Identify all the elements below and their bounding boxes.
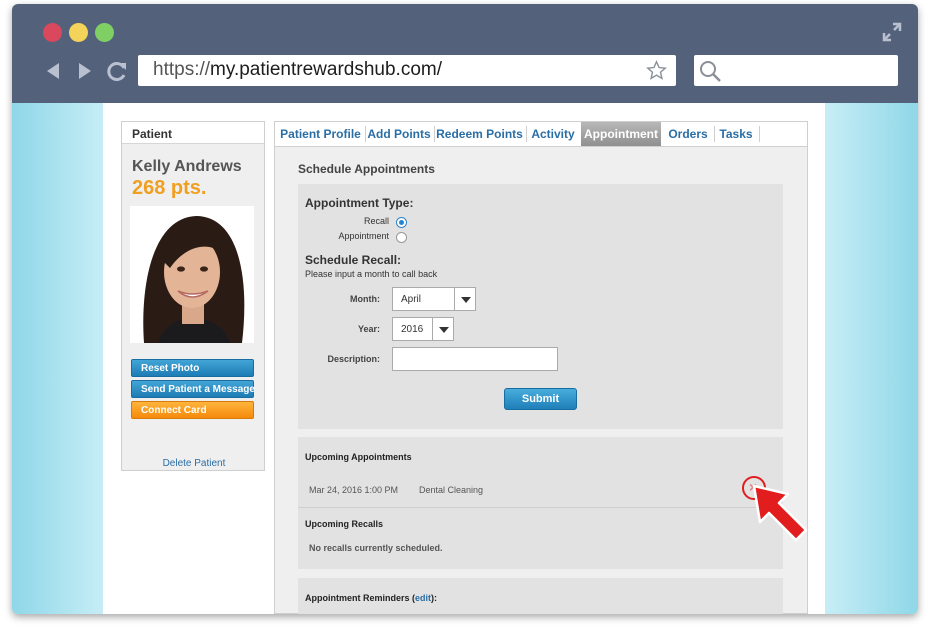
month-value: April [401, 294, 422, 305]
reload-icon[interactable] [106, 60, 128, 82]
submit-button[interactable]: Submit [504, 388, 577, 410]
minimize-window-button[interactable] [69, 23, 88, 42]
address-bar[interactable]: https://my.patientrewardshub.com/ [138, 55, 676, 86]
description-input[interactable] [392, 347, 558, 371]
tab-patient-profile[interactable]: Patient Profile [277, 122, 364, 146]
appointment-type-label: Appointment Type: [305, 196, 414, 210]
patient-panel-header: Patient [122, 122, 264, 144]
appointment-type: Dental Cleaning [419, 485, 484, 495]
chevron-down-icon [432, 318, 453, 340]
page-viewport: Patient Kelly Andrews 268 pts. Reset Pho… [12, 103, 918, 614]
appointment-reminders: Appointment Reminders (edit): [298, 578, 783, 614]
schedule-title: Schedule Appointments [298, 162, 435, 176]
search-icon [700, 61, 721, 82]
tab-bar: Patient Profile Add Points Redeem Points… [274, 121, 808, 147]
reminders-label-text: Appointment Reminders ( [305, 593, 416, 603]
chevron-down-icon [454, 288, 475, 310]
upcoming-appointments-heading: Upcoming Appointments [305, 452, 412, 462]
url-scheme: https:// [153, 59, 211, 80]
year-value: 2016 [401, 324, 424, 335]
reminders-label: Appointment Reminders (edit): [305, 593, 437, 603]
tab-add-points[interactable]: Add Points [366, 122, 432, 146]
close-window-button[interactable] [43, 23, 62, 42]
patient-name: Kelly Andrews [132, 158, 242, 175]
browser-chrome: https://my.patientrewardshub.com/ [12, 4, 918, 103]
no-recalls-message: No recalls currently scheduled. [309, 543, 443, 553]
recall-option-label: Recall [363, 216, 389, 226]
back-icon[interactable] [42, 60, 64, 82]
reset-photo-button[interactable]: Reset Photo [131, 359, 254, 377]
year-select[interactable]: 2016 [392, 317, 454, 341]
tab-redeem-points[interactable]: Redeem Points [435, 122, 524, 146]
schedule-recall-heading: Schedule Recall: [305, 253, 402, 267]
tab-orders[interactable]: Orders [664, 122, 712, 146]
recall-hint: Please input a month to call back [305, 269, 438, 279]
upcoming-recalls-heading: Upcoming Recalls [305, 519, 384, 529]
tab-divider [759, 126, 760, 142]
patient-photo [130, 206, 254, 343]
recall-radio[interactable] [396, 217, 407, 228]
appointment-content: Schedule Appointments Appointment Type: … [274, 147, 808, 614]
tab-appointment[interactable]: Appointment [581, 122, 661, 146]
url-text: https://my.patientrewardshub.com/ [153, 59, 442, 81]
maximize-window-button[interactable] [95, 23, 114, 42]
divider [298, 507, 783, 508]
connect-card-button[interactable]: Connect Card [131, 401, 254, 419]
pointer-arrow-icon [752, 484, 808, 542]
tab-activity[interactable]: Activity [527, 122, 579, 146]
reminders-label-suffix: ): [431, 593, 438, 603]
search-bar[interactable] [694, 55, 898, 86]
description-label: Description: [327, 354, 380, 364]
patient-points: 268 pts. [132, 177, 207, 199]
tab-tasks[interactable]: Tasks [715, 122, 757, 146]
star-icon[interactable] [646, 60, 667, 81]
upcoming-section: Upcoming Appointments Mar 24, 2016 1:00 … [298, 437, 808, 569]
browser-window: https://my.patientrewardshub.com/ Patien… [12, 4, 918, 614]
appointment-option-label: Appointment [338, 231, 389, 241]
page-container: Patient Kelly Andrews 268 pts. Reset Pho… [103, 103, 825, 614]
expand-icon[interactable] [882, 22, 902, 42]
forward-icon[interactable] [74, 60, 96, 82]
send-message-button[interactable]: Send Patient a Message [131, 380, 255, 398]
appointment-radio[interactable] [396, 232, 407, 243]
month-select[interactable]: April [392, 287, 476, 311]
patient-panel: Patient Kelly Andrews 268 pts. Reset Pho… [121, 121, 265, 471]
year-label: Year: [357, 324, 380, 334]
url-host: my.patientrewardshub.com/ [210, 59, 443, 80]
schedule-form: Appointment Type: Recall Appointment Sch… [298, 184, 783, 429]
month-label: Month: [350, 294, 380, 304]
delete-patient-link[interactable]: Delete Patient [122, 458, 266, 469]
reminders-edit-link[interactable]: edit [415, 593, 431, 603]
appointment-date: Mar 24, 2016 1:00 PM [309, 485, 399, 495]
